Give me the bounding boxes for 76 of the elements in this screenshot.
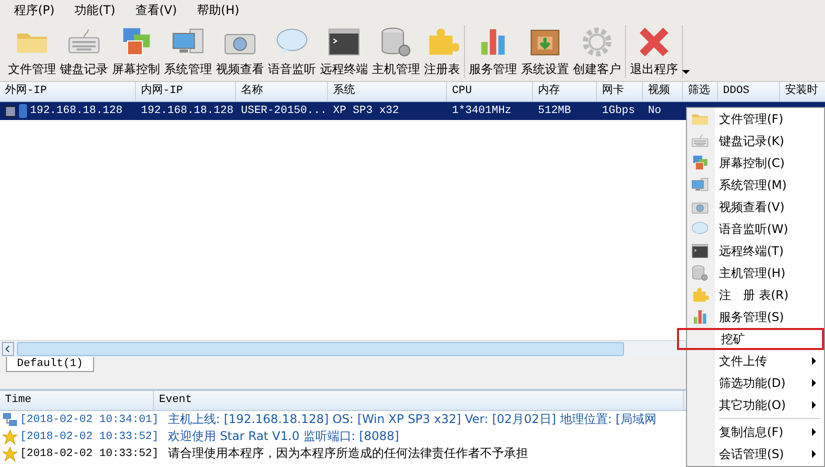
menu-item[interactable]: 筛选功能(D) <box>687 372 824 394</box>
log-time: [2018-02-02 10:33:52] <box>20 448 160 460</box>
column-header[interactable]: DDOS <box>718 82 780 101</box>
menu-item[interactable]: 帮助(H) <box>188 2 248 19</box>
log-time: [2018-02-02 10:33:52] <box>20 430 160 442</box>
column-header[interactable]: Event <box>154 391 684 410</box>
column-header[interactable]: 网卡 <box>597 82 643 101</box>
toolbar-button-label[interactable]: 创建客户 <box>573 61 621 78</box>
close-icon <box>637 25 671 59</box>
database-icon <box>691 264 709 282</box>
column-header[interactable]: 系统 <box>328 82 447 101</box>
column-header[interactable]: CPU <box>447 82 533 101</box>
menu-item[interactable]: 主机管理(H) <box>687 262 824 284</box>
toolbar-button-label[interactable]: 注册表 <box>424 61 460 78</box>
menu-item[interactable]: 文件上传 <box>687 350 824 372</box>
column-header[interactable]: 内网-IP <box>136 82 236 101</box>
network-icon <box>2 412 18 428</box>
table-cell: XP SP3 x32 <box>333 105 400 117</box>
column-header[interactable]: 外网-IP <box>0 82 136 101</box>
toolbar-button-label[interactable]: 视频查看 <box>216 61 264 78</box>
bar-chart-icon <box>691 308 709 326</box>
toolbar-button-label[interactable]: 键盘记录 <box>60 61 108 78</box>
table-cell: 1*3401MHz <box>452 105 512 117</box>
menu-item[interactable]: 系统管理(M) <box>687 174 824 196</box>
table-cell: 1Gbps <box>602 105 636 117</box>
toolbar-button-label[interactable]: 文件管理 <box>8 61 56 78</box>
keyboard-icon <box>691 132 709 150</box>
toolbar-button-label[interactable]: 系统管理 <box>164 61 212 78</box>
pictures-icon <box>691 154 709 172</box>
menu-item[interactable]: 查看(V) <box>127 2 185 19</box>
speech-bubble-icon <box>691 220 709 238</box>
tab[interactable]: Default(1) <box>6 357 94 372</box>
menu-item[interactable]: 会话管理(S) <box>687 443 824 465</box>
puzzle-icon <box>691 286 709 304</box>
log-event: 请合理使用本程序，因为本程序所造成的任何法律责任作者不予承担 <box>168 445 528 462</box>
menu-item[interactable]: 键盘记录(K) <box>687 130 824 152</box>
toolbar-button-label[interactable]: 服务管理 <box>469 61 517 78</box>
menu-item[interactable]: 视频查看(V) <box>687 196 824 218</box>
column-header[interactable]: 视频 <box>643 82 683 101</box>
menu-item[interactable]: 注 册 表(R) <box>687 284 824 306</box>
menu-item[interactable]: 语音监听(W) <box>687 218 824 240</box>
terminal-icon <box>691 242 709 260</box>
scrollbar-thumb[interactable] <box>17 342 624 356</box>
checkbox[interactable] <box>5 106 16 116</box>
menu-item[interactable]: 远程终端(T) <box>687 240 824 262</box>
column-header[interactable]: 名称 <box>236 82 328 101</box>
menu-item[interactable]: 程序(P) <box>6 2 63 19</box>
toolbar-button-label[interactable]: 系统设置 <box>521 61 569 78</box>
column-header[interactable]: 筛选 <box>683 82 718 101</box>
settings-icon <box>580 25 614 59</box>
toolbar-button-label[interactable]: 退出程序 <box>630 61 678 78</box>
star-icon <box>2 428 18 444</box>
menu-item[interactable]: 其它功能(O) <box>687 394 824 416</box>
toolbar-button-label[interactable]: 语音监听 <box>268 61 316 78</box>
table-cell: 192.168.18.128 <box>141 105 234 117</box>
table-cell: USER-20150... <box>241 105 327 117</box>
log-event: 欢迎使用 Star Rat V1.0 监听端口: [8088] <box>168 428 400 445</box>
column-header[interactable]: 内存 <box>533 82 597 101</box>
menu-item[interactable]: 屏幕控制(C) <box>687 152 824 174</box>
column-header[interactable]: 安装时 <box>780 82 825 101</box>
column-header[interactable]: Time <box>0 391 154 410</box>
table-cell: 512MB <box>538 105 572 117</box>
toolbar-button-label[interactable]: 屏幕控制 <box>112 61 160 78</box>
toolbar-button-label[interactable]: 主机管理 <box>372 61 420 78</box>
star-icon <box>2 446 18 462</box>
table-cell: No <box>648 105 662 117</box>
menu-item[interactable]: 服务管理(S) <box>687 306 824 328</box>
database-icon <box>379 25 413 59</box>
menu-item[interactable]: 复制信息(F) <box>687 421 824 443</box>
scroll-left-icon[interactable] <box>2 342 14 356</box>
log-time: [2018-02-02 10:34:01] <box>20 414 160 426</box>
menu-item[interactable]: 功能(T) <box>66 2 124 19</box>
table-cell: 192.168.18.128 <box>30 105 122 117</box>
log-event: 主机上线: [192.168.18.128] OS: [Win XP SP3 x32] Ver: [02月02日] 地理位置: [局域网 <box>168 411 656 428</box>
toolbar-button-label[interactable]: 远程终端 <box>320 61 368 78</box>
menu-item[interactable]: 挖矿 <box>677 328 824 350</box>
